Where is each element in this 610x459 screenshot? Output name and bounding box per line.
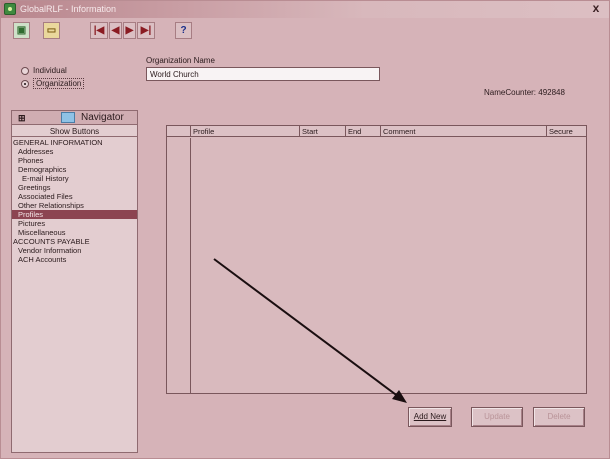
navigator-title: Navigator [81, 112, 124, 123]
column-end[interactable]: End [345, 126, 380, 137]
navigator-icon [61, 112, 75, 123]
nav-item-associated-files[interactable]: Associated Files [12, 192, 137, 201]
nav-item-accounts-payable[interactable]: ACCOUNTS PAYABLE [12, 237, 137, 246]
first-record-icon[interactable]: |◀ [90, 22, 108, 39]
nav-item-email-history[interactable]: E-mail History [12, 174, 137, 183]
close-icon[interactable]: x [589, 2, 603, 15]
nav-item-profiles[interactable]: Profiles [12, 210, 137, 219]
navigator-panel: ⊞ Navigator Show Buttons GENERAL INFORMA… [11, 110, 138, 453]
grid-body [167, 138, 586, 393]
column-start[interactable]: Start [299, 126, 345, 137]
nav-item-greetings[interactable]: Greetings [12, 183, 137, 192]
next-record-icon[interactable]: ▶ [123, 22, 136, 39]
show-buttons-button[interactable]: Show Buttons [12, 126, 137, 137]
organization-name-input[interactable]: World Church [146, 67, 380, 81]
app-icon [4, 3, 16, 15]
column-profile[interactable]: Profile [190, 126, 299, 137]
row-selector-divider [190, 138, 191, 393]
individual-label: Individual [33, 66, 67, 75]
column-secure[interactable]: Secure [546, 126, 586, 137]
profile-grid[interactable]: Profile Start End Comment Secure [166, 125, 587, 394]
prev-record-icon[interactable]: ◀ [109, 22, 122, 39]
nav-item-demographics[interactable]: Demographics [12, 165, 137, 174]
update-button[interactable]: Update [471, 407, 523, 427]
nav-item-phones[interactable]: Phones [12, 156, 137, 165]
title-bar: GlobalRLF - Information x [1, 1, 609, 18]
navigator-list: GENERAL INFORMATION Addresses Phones Dem… [12, 138, 137, 264]
main-window: GlobalRLF - Information x ▣ ▭ |◀ ◀ ▶ ▶| … [0, 0, 610, 459]
window-title: GlobalRLF - Information [20, 4, 117, 14]
delete-button[interactable]: Delete [533, 407, 585, 427]
nav-item-ach-accounts[interactable]: ACH Accounts [12, 255, 137, 264]
navigator-header: ⊞ Navigator [12, 111, 137, 125]
last-record-icon[interactable]: ▶| [137, 22, 155, 39]
name-counter: NameCounter: 492848 [484, 88, 565, 97]
nav-item-general-information[interactable]: GENERAL INFORMATION [12, 138, 137, 147]
nav-item-other-relationships[interactable]: Other Relationships [12, 201, 137, 210]
add-new-button[interactable]: Add New [408, 407, 452, 427]
save-icon[interactable]: ▣ [13, 22, 30, 39]
nav-item-miscellaneous[interactable]: Miscellaneous [12, 228, 137, 237]
organization-name-label: Organization Name [146, 56, 215, 65]
organization-label: Organization [33, 78, 85, 89]
pin-icon[interactable]: ⊞ [18, 113, 26, 124]
help-icon[interactable]: ? [175, 22, 192, 39]
organization-radio[interactable] [21, 80, 29, 88]
nav-item-vendor-information[interactable]: Vendor Information [12, 246, 137, 255]
nav-item-pictures[interactable]: Pictures [12, 219, 137, 228]
nav-item-addresses[interactable]: Addresses [12, 147, 137, 156]
row-selector-header [167, 126, 190, 137]
toolbar: ▣ ▭ |◀ ◀ ▶ ▶| ? [1, 19, 609, 43]
individual-radio[interactable] [21, 67, 29, 75]
column-comment[interactable]: Comment [380, 126, 546, 137]
folder-icon[interactable]: ▭ [43, 22, 60, 39]
grid-header: Profile Start End Comment Secure [167, 126, 586, 137]
